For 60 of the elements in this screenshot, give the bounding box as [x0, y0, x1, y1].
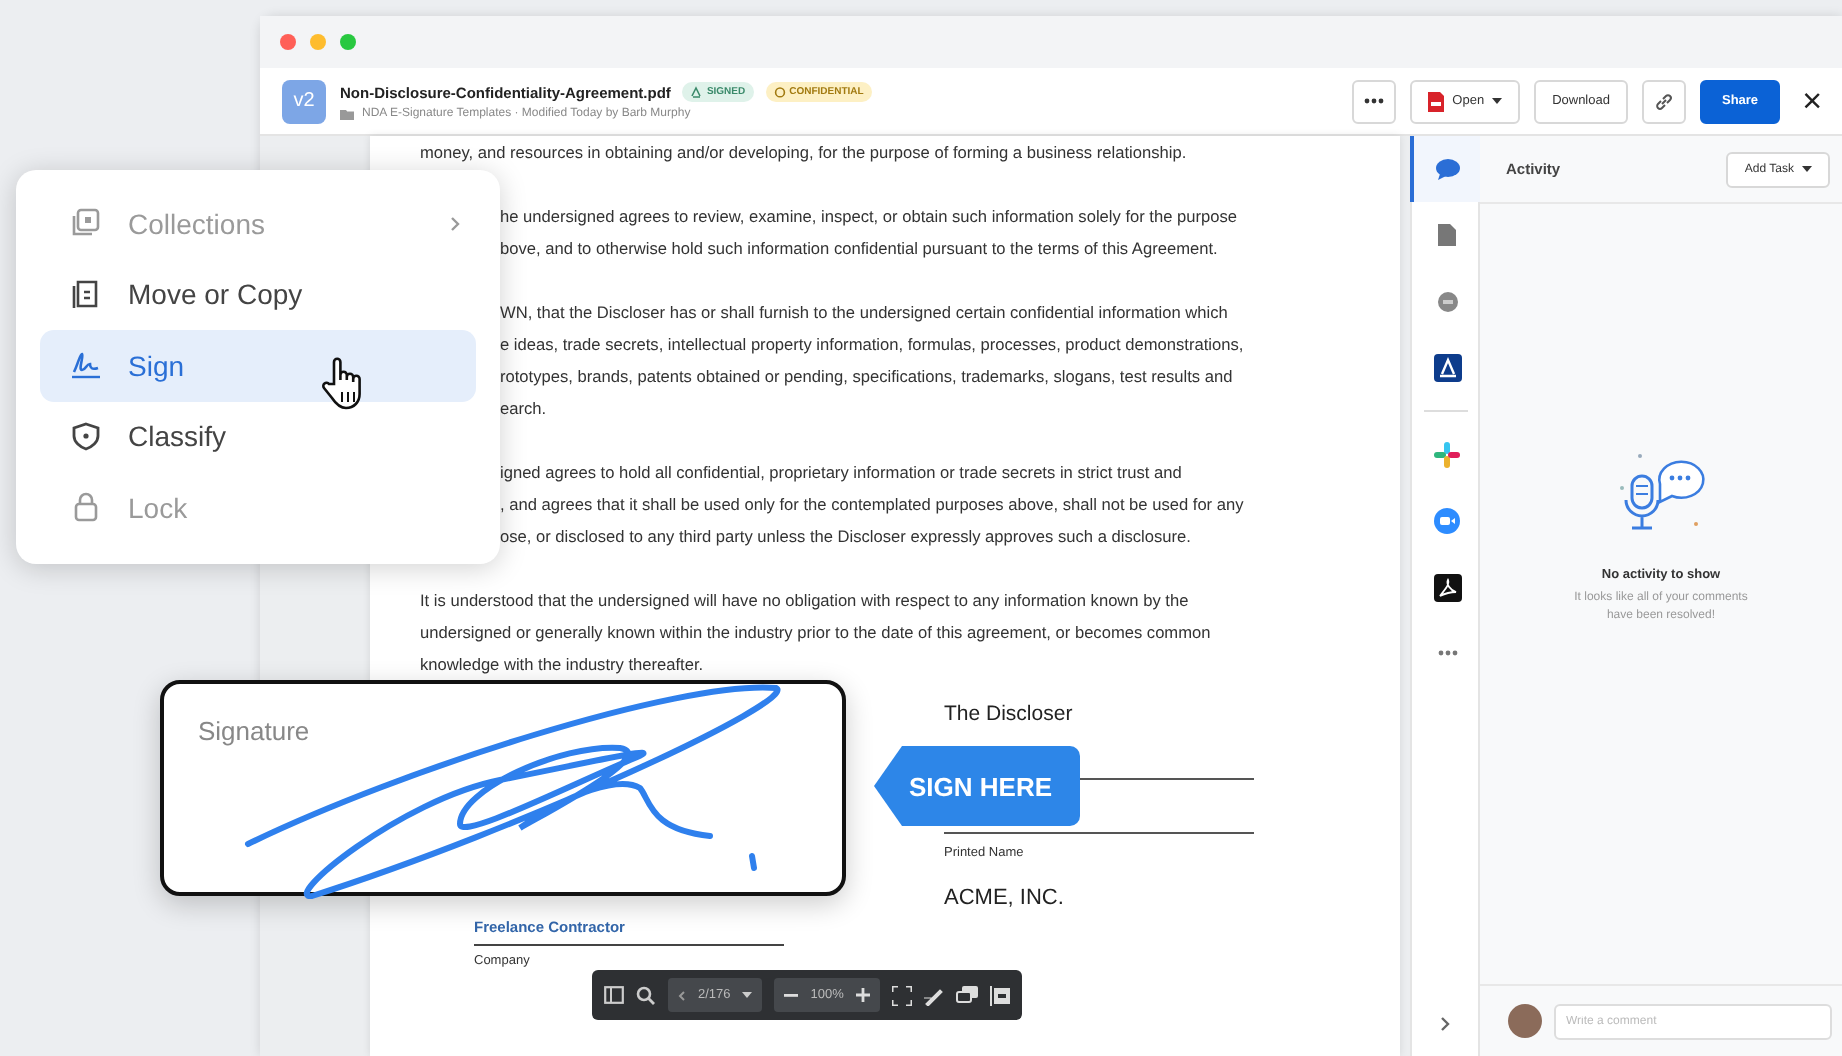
circle-icon: [773, 86, 786, 98]
chevron-left-icon: [678, 989, 686, 1001]
signature-label: Signature: [198, 716, 312, 746]
signature-app-icon: [1433, 353, 1461, 381]
menu-item[interactable]: Sign: [40, 330, 476, 401]
company-name: ACME, INC.: [944, 884, 1066, 912]
more-icon: [1364, 98, 1385, 104]
document-text-line: he undersigned agrees to review, examine, inspect, or obtain such information solely for the purpose: [500, 204, 1238, 230]
document-text-line: ose, or disclosed to any third party unless the Discloser expressly approves such a disclosure.: [500, 524, 1191, 550]
window-control-dot[interactable]: [310, 34, 326, 50]
document-icon: [1438, 224, 1456, 246]
pen-icon: [690, 86, 703, 98]
pdf-app-icon: [1433, 573, 1461, 601]
document-text-line: WN, that the Discloser has or shall furnish to the undersigned certain confidential information which: [500, 300, 1228, 326]
document-stack-icon: [72, 279, 100, 310]
annotate-icon[interactable]: [923, 985, 944, 1005]
more-icon: [1437, 650, 1457, 656]
window-control-dot[interactable]: [340, 34, 356, 50]
sidebar-icon[interactable]: [604, 986, 624, 1004]
caret-icon: [742, 992, 753, 998]
link-button[interactable]: [1641, 79, 1686, 123]
version-badge: v2: [282, 79, 326, 123]
document-text-line: e ideas, trade secrets, intellectual property information, formulas, processes, product demonstrations,: [500, 332, 1244, 358]
lock-icon: [72, 492, 100, 523]
signature-icon: [72, 350, 100, 381]
more-button[interactable]: [1352, 79, 1397, 123]
chevron-right-icon[interactable]: [1440, 1016, 1450, 1032]
color-blocks-icon: [1434, 442, 1460, 468]
circle-icon: [1437, 291, 1457, 311]
document-text-line: igned agrees to hold all confidential, proprietary information or trade secrets in strict trust and: [500, 460, 1182, 486]
link-icon: [1653, 91, 1674, 111]
video-camera-icon: [1434, 508, 1460, 534]
menu-item[interactable]: Move or Copy: [40, 259, 476, 330]
document-text-line: rototypes, brands, patents obtained or pending, specifications, trademarks, slogans, test results and: [500, 364, 1233, 390]
document-text-line: , and agrees that it shall be used only for the contemplated purposes above, shall not be used for any: [500, 492, 1244, 518]
fullscreen-icon[interactable]: [891, 985, 912, 1005]
search-icon[interactable]: [636, 985, 656, 1005]
close-button[interactable]: ×: [1794, 79, 1830, 123]
menu-item[interactable]: Classify: [40, 401, 476, 472]
document-text-line: bove, and to otherwise hold such information confidential pursuant to the terms of this Agreement.: [500, 236, 1218, 262]
plus-icon[interactable]: [855, 988, 870, 1002]
document-text-line: knowledge with the industry thereafter.: [420, 652, 704, 678]
shield-icon: [72, 421, 100, 452]
document-text-line: It is understood that the undersigned will have no obligation with respect to any information known by the: [420, 588, 1189, 614]
caret-icon: [1492, 98, 1503, 104]
collection-icon: [72, 208, 100, 239]
caret-icon: [1802, 166, 1812, 172]
comments-icon[interactable]: [955, 985, 978, 1005]
sign-here-tag[interactable]: SIGN HERE: [874, 746, 1080, 826]
document-text-line: earch.: [500, 396, 547, 422]
speech-bubble-icon: [1435, 158, 1459, 180]
user-avatar: [1508, 1004, 1542, 1038]
document-text-line: money, and resources in obtaining and/or developing, for the purpose of forming a business relationship.: [420, 140, 1187, 166]
party-title: The Discloser: [944, 700, 1075, 728]
folder-icon: [340, 108, 354, 120]
pdf-file-icon: [1428, 91, 1445, 111]
window-control-dot[interactable]: [280, 34, 296, 50]
minus-icon[interactable]: [784, 993, 799, 997]
panel-icon[interactable]: [989, 985, 1010, 1005]
document-text-line: undersigned or generally known within the industry prior to the date of this agreement, or becomes common: [420, 620, 1211, 646]
